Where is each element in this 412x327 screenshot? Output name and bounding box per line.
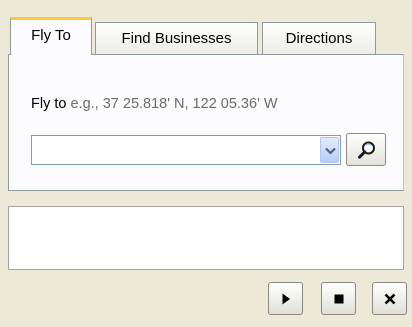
fly-to-hint: Fly to e.g., 37 25.818' N, 122 05.36' W	[31, 96, 278, 112]
fly-to-example: e.g., 37 25.818' N, 122 05.36' W	[70, 96, 278, 112]
tab-directions-label: Directions	[285, 30, 353, 47]
fly-to-label: Fly to	[31, 96, 67, 112]
search-button[interactable]	[346, 133, 386, 166]
fly-to-panel: Fly to e.g., 37 25.818' N, 122 05.36' W	[8, 54, 404, 191]
fly-to-input[interactable]	[34, 138, 322, 160]
close-icon	[384, 293, 395, 304]
fly-to-combobox	[31, 135, 341, 165]
tab-find-businesses-label: Find Businesses	[121, 30, 232, 47]
results-list[interactable]	[8, 206, 404, 270]
close-button[interactable]	[372, 282, 407, 315]
magnifier-icon	[358, 141, 375, 159]
tab-find-businesses[interactable]: Find Businesses	[95, 22, 258, 55]
tab-fly-to-label: Fly To	[31, 27, 71, 44]
tab-directions[interactable]: Directions	[262, 22, 376, 55]
play-icon	[282, 293, 290, 304]
stop-button[interactable]	[321, 282, 356, 315]
stop-icon	[334, 294, 343, 303]
fly-to-dropdown-button[interactable]	[320, 137, 339, 163]
play-button[interactable]	[268, 282, 303, 315]
chevron-down-icon	[325, 147, 336, 155]
tab-fly-to[interactable]: Fly To	[10, 17, 92, 55]
